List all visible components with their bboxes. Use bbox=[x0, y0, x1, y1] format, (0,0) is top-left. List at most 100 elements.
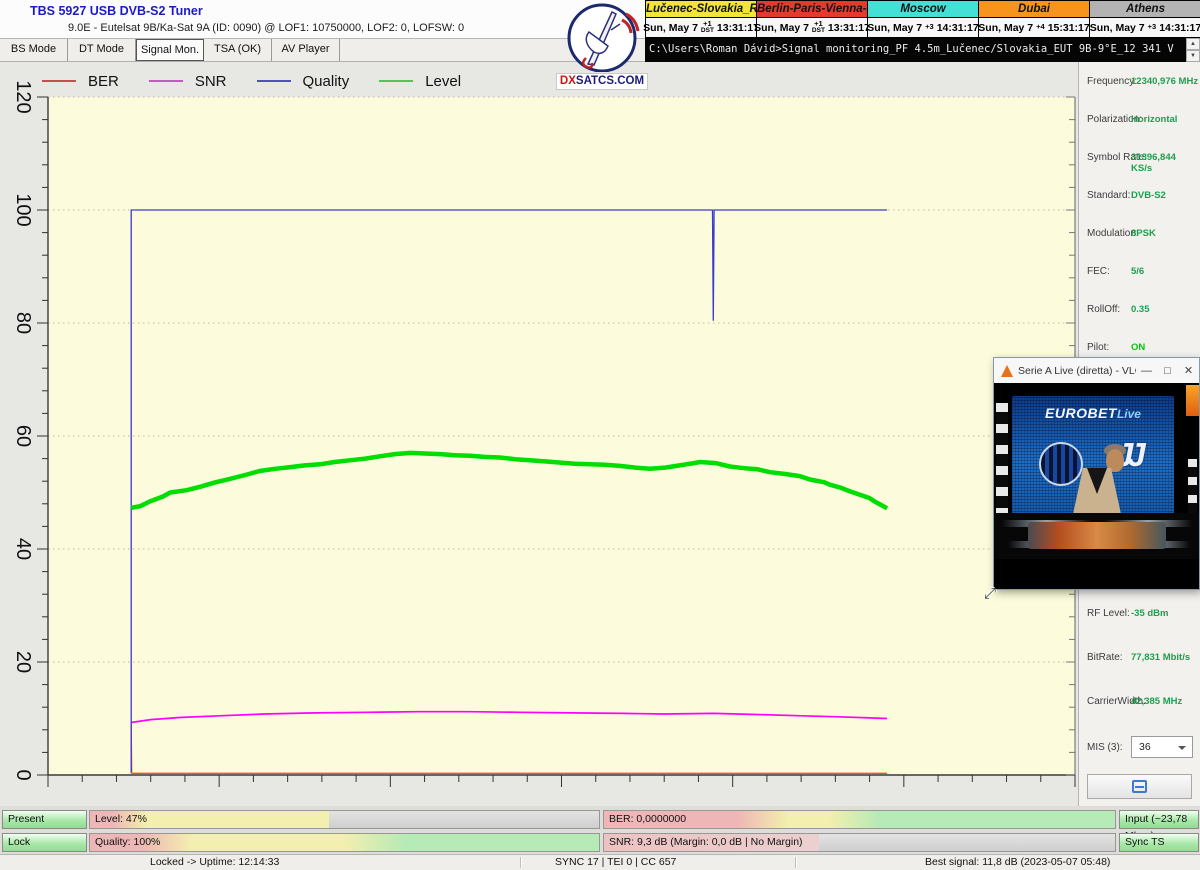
param-value: 0.35 bbox=[1131, 304, 1199, 315]
vlc-titlebar[interactable]: Serie A Live (diretta) - VLC ... — □ ✕ bbox=[994, 358, 1199, 383]
command-text: C:\Users\Roman Dávid>Signal monitoring_P… bbox=[649, 38, 1177, 62]
clock-hms: 14:31:17 bbox=[937, 22, 979, 34]
app-title: TBS 5927 USB DVB-S2 Tuner bbox=[30, 4, 203, 18]
export-button[interactable] bbox=[1087, 774, 1192, 799]
param-value: -35 dBm bbox=[1131, 608, 1199, 619]
clock-moscow: Moscow Sun, May 7 +3 14:31:17 bbox=[868, 1, 979, 37]
divider bbox=[795, 857, 796, 868]
export-icon bbox=[1132, 780, 1147, 793]
input-badge: Input (~23,78 Mbps) bbox=[1119, 810, 1199, 829]
present-badge: Present bbox=[2, 810, 87, 829]
clock-athens: Athens Sun, May 7 +3 14:31:17 bbox=[1090, 1, 1200, 37]
level-bar-text: Level: 47% bbox=[95, 811, 147, 828]
satellite-info: 9.0E - Eutelsat 9B/Ka-Sat 9A (ID: 0090) … bbox=[68, 22, 464, 34]
signal-chart-plot bbox=[0, 62, 1078, 806]
ber-bar-text: BER: 0,0000000 bbox=[609, 811, 686, 828]
statusbar: Locked -> Uptime: 12:14:33 SYNC 17 | TEI… bbox=[0, 854, 1200, 870]
param-value: 42,385 MHz bbox=[1131, 696, 1199, 707]
y-axis-tick-label: 20 bbox=[1, 640, 45, 684]
atalanta-logo bbox=[1039, 442, 1083, 486]
y-axis-tick-label: 100 bbox=[1, 188, 45, 232]
param-value: 5/6 bbox=[1131, 266, 1199, 277]
param-label: Standard: bbox=[1087, 190, 1130, 201]
clock-utc-offset: +3 bbox=[1148, 24, 1157, 31]
minimize-button[interactable]: — bbox=[1136, 365, 1157, 377]
y-axis-tick-label: 60 bbox=[1, 414, 45, 458]
y-axis-tick-label: 0 bbox=[1, 753, 45, 797]
y-axis-tick-label: 40 bbox=[1, 527, 45, 571]
vlc-window-title: Serie A Live (diretta) - VLC ... bbox=[1018, 365, 1136, 377]
quality-bar-fill bbox=[90, 834, 599, 851]
param-value: 77,831 Mbit/s bbox=[1131, 652, 1199, 663]
chevron-down-icon bbox=[1178, 746, 1186, 750]
vlc-window[interactable]: Serie A Live (diretta) - VLC ... — □ ✕ E… bbox=[993, 357, 1200, 590]
clock-time: Sun, May 7 +3 14:31:17 bbox=[868, 18, 978, 37]
vlc-video-area[interactable]: EUROBETLive JJ bbox=[994, 383, 1199, 589]
studio-light-strip bbox=[996, 403, 1008, 515]
param-label: Frequency: bbox=[1087, 76, 1137, 87]
param-label: RF Level: bbox=[1087, 608, 1130, 619]
clock-date: Sun, May 7 bbox=[867, 22, 922, 34]
studio-desk-zone bbox=[994, 513, 1199, 559]
param-value: Horizontal bbox=[1131, 114, 1199, 125]
vlc-cone-icon bbox=[1001, 365, 1013, 377]
tab-av-player[interactable]: AV Player bbox=[272, 39, 340, 61]
quality-bar-text: Quality: 100% bbox=[95, 834, 160, 851]
scrollbar[interactable]: ▲ ▼ bbox=[1186, 38, 1200, 62]
sync-ts-badge: Sync TS bbox=[1119, 833, 1199, 852]
level-bar: Level: 47% bbox=[89, 810, 600, 829]
scroll-up-icon[interactable]: ▲ bbox=[1186, 38, 1200, 50]
clock-dubai: Dubai Sun, May 7 +4 15:31:17 bbox=[979, 1, 1090, 37]
uptime-text: Locked -> Uptime: 12:14:33 bbox=[150, 856, 279, 868]
dxsatcs-wordmark: DXSATCS.COM bbox=[556, 73, 648, 90]
command-prompt[interactable]: C:\Users\Roman Dávid>Signal monitoring_P… bbox=[645, 38, 1200, 62]
snr-bar-text: SNR: 9,3 dB (Margin: 0,0 dB | No Margin) bbox=[609, 834, 803, 851]
mis-dropdown[interactable]: 36 bbox=[1131, 736, 1193, 758]
resize-cursor-icon: ⤢ bbox=[984, 585, 996, 602]
clock-date: Sun, May 7 bbox=[1090, 22, 1145, 34]
channel-corner-logo bbox=[1186, 385, 1199, 416]
clock-berlin: Berlin-Paris-Vienna-Belgrade Sun, May 7 … bbox=[757, 1, 868, 37]
divider bbox=[520, 857, 521, 868]
clock-time: Sun, May 7 +1DST 13:31:17 bbox=[757, 18, 867, 37]
sync-info-text: SYNC 17 | TEI 0 | CC 657 bbox=[555, 856, 676, 868]
param-label: Pilot: bbox=[1087, 342, 1109, 353]
snr-bar: SNR: 9,3 dB (Margin: 0,0 dB | No Margin) bbox=[603, 833, 1116, 852]
param-value: ON bbox=[1131, 342, 1199, 353]
clock-utc-offset: +3 bbox=[925, 24, 934, 31]
mis-label: MIS (3): bbox=[1087, 742, 1123, 753]
ber-bar: BER: 0,0000000 bbox=[603, 810, 1116, 829]
y-axis-tick-label: 80 bbox=[1, 301, 45, 345]
param-value: DVB-S2 bbox=[1131, 190, 1199, 201]
signal-chart-panel: BERSNRQualityLevel 020406080100120 bbox=[0, 62, 1078, 806]
clock-lucenec: Lučenec-Slovakia_R.Dávid Sun, May 7 +1DS… bbox=[646, 1, 757, 37]
clock-time: Sun, May 7 +1DST 13:31:17 bbox=[646, 18, 756, 37]
clock-hms: 13:31:17 bbox=[717, 22, 759, 34]
tab-dt-mode[interactable]: DT Mode bbox=[68, 39, 136, 61]
param-label: RollOff: bbox=[1087, 304, 1120, 315]
scroll-down-icon[interactable]: ▼ bbox=[1186, 50, 1200, 62]
eurobet-live-logo: EUROBETLive bbox=[1012, 405, 1174, 423]
tab-signal-mon[interactable]: Signal Mon. bbox=[136, 39, 204, 61]
dxsatcs-logo: DXSATCS.COM bbox=[556, 2, 648, 90]
clock-city-label: Moscow bbox=[868, 1, 978, 18]
window-header: TBS 5927 USB DVB-S2 Tuner 9.0E - Eutelsa… bbox=[0, 0, 645, 38]
param-label: BitRate: bbox=[1087, 652, 1123, 663]
clock-city-label: Dubai bbox=[979, 1, 1089, 18]
clock-utc-offset: +1DST bbox=[701, 21, 714, 34]
clock-hms: 14:31:17 bbox=[1159, 22, 1200, 34]
clock-utc-offset: +4 bbox=[1036, 24, 1045, 31]
quality-bar: Quality: 100% bbox=[89, 833, 600, 852]
tab-tsa[interactable]: TSA (OK) bbox=[204, 39, 272, 61]
studio-desk bbox=[1028, 522, 1166, 549]
tab-bs-mode[interactable]: BS Mode bbox=[0, 39, 68, 61]
clock-hms: 15:31:17 bbox=[1048, 22, 1090, 34]
clock-time: Sun, May 7 +4 15:31:17 bbox=[979, 18, 1089, 37]
mode-tabbar: BS Mode DT Mode Signal Mon. TSA (OK) AV … bbox=[0, 38, 645, 62]
clock-time: Sun, May 7 +3 14:31:17 bbox=[1090, 18, 1200, 37]
clock-date: Sun, May 7 bbox=[754, 22, 809, 34]
maximize-button[interactable]: □ bbox=[1157, 365, 1178, 377]
close-button[interactable]: ✕ bbox=[1178, 364, 1199, 377]
param-value: 8PSK bbox=[1131, 228, 1199, 239]
param-value: 31396,844 KS/s bbox=[1131, 152, 1199, 174]
